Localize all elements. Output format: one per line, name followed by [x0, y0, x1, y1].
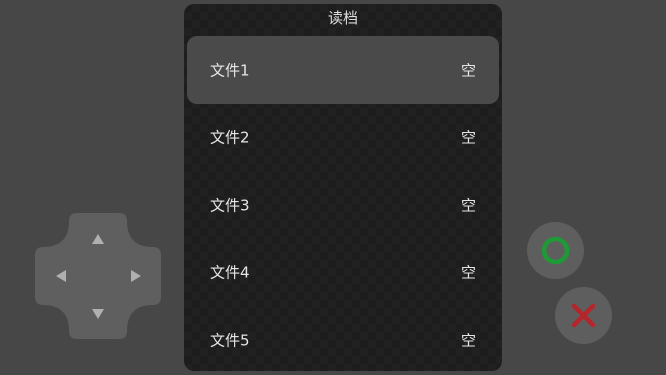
- dialog-title: 读档: [327, 9, 358, 27]
- x-icon: [571, 303, 596, 328]
- dpad-right-button[interactable]: [119, 259, 153, 293]
- confirm-button[interactable]: [527, 222, 584, 279]
- slot-state: 空: [460, 128, 476, 147]
- triangle-left-icon: [56, 270, 66, 282]
- dpad: [35, 213, 161, 339]
- triangle-up-icon: [92, 234, 104, 244]
- dpad-down-button[interactable]: [81, 296, 115, 330]
- slot-state: 空: [460, 196, 476, 215]
- save-slot-4[interactable]: 文件4 空: [187, 239, 499, 307]
- dpad-up-button[interactable]: [81, 223, 115, 257]
- triangle-down-icon: [92, 309, 104, 319]
- load-dialog: 读档 文件1 空 文件2 空 文件3 空 文件4 空 文件5 空: [184, 4, 502, 371]
- dpad-left-button[interactable]: [44, 259, 78, 293]
- slot-name: 文件4: [210, 263, 250, 282]
- save-slot-5[interactable]: 文件5 空: [187, 306, 499, 371]
- triangle-right-icon: [131, 270, 141, 282]
- slot-name: 文件1: [210, 61, 250, 80]
- slot-name: 文件2: [210, 128, 250, 147]
- save-slot-2[interactable]: 文件2 空: [187, 104, 499, 172]
- slot-state: 空: [460, 331, 476, 350]
- save-slot-list: 文件1 空 文件2 空 文件3 空 文件4 空 文件5 空: [187, 36, 499, 371]
- circle-icon: [541, 236, 570, 265]
- cancel-button[interactable]: [555, 287, 612, 344]
- slot-state: 空: [460, 263, 476, 282]
- save-slot-3[interactable]: 文件3 空: [187, 171, 499, 239]
- slot-name: 文件5: [210, 331, 250, 350]
- slot-name: 文件3: [210, 196, 250, 215]
- slot-state: 空: [460, 61, 476, 80]
- save-slot-1[interactable]: 文件1 空: [187, 36, 499, 104]
